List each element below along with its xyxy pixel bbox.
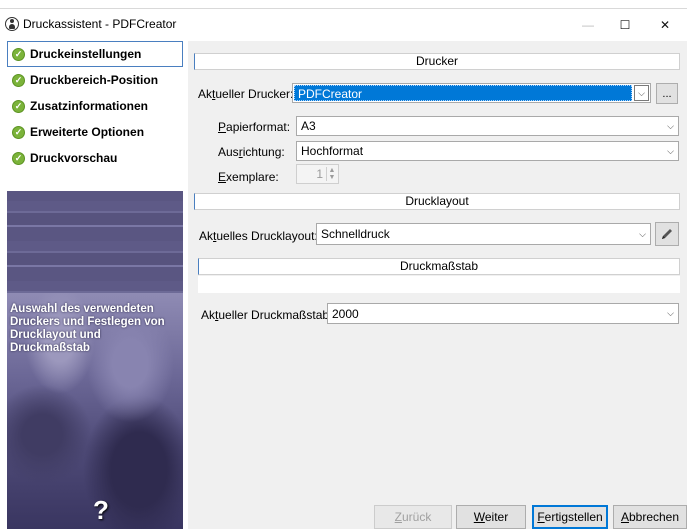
up-down-arrows-icon: ▲ ▼ xyxy=(326,167,337,181)
check-circle-icon: ✓ xyxy=(12,47,25,61)
layout-select[interactable]: Schnelldruck ⌵ xyxy=(316,223,651,245)
check-circle-icon: ✓ xyxy=(12,73,25,87)
printer-settings-button[interactable]: ... xyxy=(656,83,678,104)
step-description: Auswahl des verwendeten Druckers und Fes… xyxy=(10,303,165,354)
section-header-druckmassstab: Druckmaßstab xyxy=(198,258,680,275)
paper-format-value: A3 xyxy=(301,119,316,133)
wizard-sidebar: ✓ Druckeinstellungen ✓ Druckbereich-Posi… xyxy=(7,41,183,529)
check-circle-icon: ✓ xyxy=(12,99,25,113)
wizard-steps: ✓ Druckeinstellungen ✓ Druckbereich-Posi… xyxy=(7,41,183,191)
pdfcreator-app-icon xyxy=(5,17,19,31)
paper-format-select[interactable]: A3 ⌵ xyxy=(296,116,679,136)
sidebar-item-label: Zusatzinformationen xyxy=(30,99,149,113)
current-scale-label: Aktueller Druckmaßstab: xyxy=(201,308,333,322)
close-button[interactable]: ✕ xyxy=(647,11,683,39)
top-divider xyxy=(0,8,687,9)
paper-format-label: Papierformat: xyxy=(218,120,291,134)
copies-label: Exemplare: xyxy=(218,170,279,184)
cancel-button[interactable]: Abbrechen xyxy=(613,505,687,529)
chevron-down-icon: ⌵ xyxy=(667,120,674,131)
sidebar-item-druckbereich-position[interactable]: ✓ Druckbereich-Position xyxy=(7,67,183,93)
layout-value: Schnelldruck xyxy=(321,227,390,241)
chevron-down-icon: ⌵ xyxy=(639,228,646,239)
current-printer-label: Aktueller Drucker: xyxy=(198,87,294,101)
nav-spacer xyxy=(7,171,183,191)
copies-stepper[interactable]: 1 ▲ ▼ xyxy=(296,164,339,184)
sidebar-item-label: Druckeinstellungen xyxy=(30,47,142,61)
sidebar-item-label: Druckvorschau xyxy=(30,151,118,165)
pencil-icon xyxy=(662,229,672,239)
orientation-value: Hochformat xyxy=(301,144,364,158)
section-header-drucker: Drucker xyxy=(194,53,680,70)
chevron-down-icon: ⌵ xyxy=(634,85,649,101)
window-title: Druckassistent - PDFCreator xyxy=(23,17,177,31)
orientation-select[interactable]: Hochformat ⌵ xyxy=(296,141,679,161)
printer-select[interactable]: PDFCreator ⌵ xyxy=(292,83,651,103)
maximize-button[interactable]: ☐ xyxy=(607,11,643,39)
chevron-down-icon: ⌵ xyxy=(667,308,674,318)
current-layout-label: Aktuelles Drucklayout: xyxy=(199,229,318,243)
chevron-down-icon: ⌵ xyxy=(667,145,674,156)
copies-value: 1 xyxy=(316,167,323,181)
sidebar-item-label: Erweiterte Optionen xyxy=(30,125,145,139)
scale-spacer xyxy=(198,276,680,293)
sidebar-item-druckeinstellungen[interactable]: ✓ Druckeinstellungen xyxy=(7,41,183,67)
sidebar-item-erweiterte-optionen[interactable]: ✓ Erweiterte Optionen xyxy=(7,119,183,145)
sidebar-item-label: Druckbereich-Position xyxy=(30,73,159,87)
finish-button[interactable]: Fertigstellen xyxy=(532,505,608,529)
scale-value: 2000 xyxy=(332,306,359,321)
scale-select[interactable]: 2000 ⌵ xyxy=(327,303,679,324)
next-button[interactable]: Weiter xyxy=(456,505,526,529)
sidebar-item-zusatzinformationen[interactable]: ✓ Zusatzinformationen xyxy=(7,93,183,119)
edit-layout-button[interactable] xyxy=(655,222,679,246)
minimize-button[interactable]: — xyxy=(570,11,606,39)
section-header-drucklayout: Drucklayout xyxy=(194,193,680,210)
orientation-label: Ausrichtung: xyxy=(218,145,285,159)
printer-select-value: PDFCreator xyxy=(294,85,632,101)
check-circle-icon: ✓ xyxy=(12,125,25,139)
sidebar-item-druckvorschau[interactable]: ✓ Druckvorschau xyxy=(7,145,183,171)
help-icon[interactable]: ? xyxy=(89,496,113,524)
back-button[interactable]: Zurück xyxy=(374,505,452,529)
check-circle-icon: ✓ xyxy=(12,151,25,165)
